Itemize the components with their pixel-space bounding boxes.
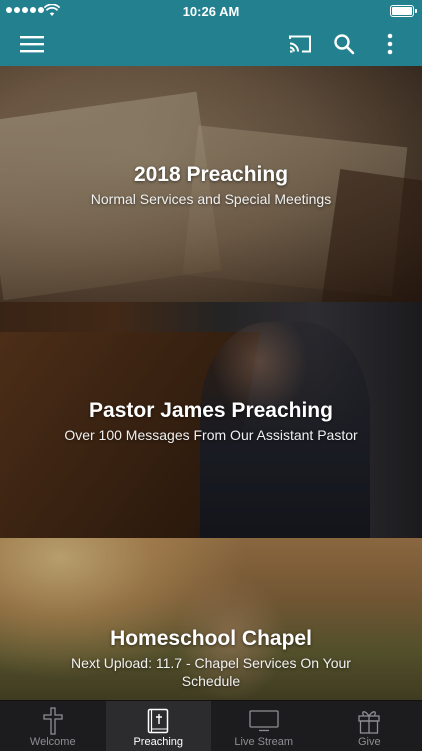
card-homeschool-chapel[interactable]: Homeschool Chapel Next Upload: 11.7 - Ch… [0, 538, 422, 700]
bottom-tab-bar: Welcome Preaching Live Stream [0, 700, 422, 751]
card-title: 2018 Preaching [0, 162, 422, 188]
tab-label: Give [358, 736, 381, 748]
cross-icon [38, 707, 68, 735]
menu-button[interactable] [10, 22, 54, 66]
search-icon [333, 33, 355, 55]
app-bar [0, 22, 422, 66]
tab-label: Live Stream [234, 736, 293, 748]
bible-icon [143, 707, 173, 735]
more-vertical-icon [387, 33, 393, 55]
more-options-button[interactable] [368, 22, 412, 66]
tab-preaching[interactable]: Preaching [106, 701, 212, 751]
card-text: 2018 Preaching Normal Services and Speci… [0, 162, 422, 208]
status-bar: 10:26 AM [0, 0, 422, 22]
card-subtitle: Next Upload: 11.7 - Chapel Services On Y… [0, 654, 422, 690]
card-text: Homeschool Chapel Next Upload: 11.7 - Ch… [0, 626, 422, 690]
cast-icon [288, 34, 312, 54]
card-pastor-james-preaching[interactable]: Pastor James Preaching Over 100 Messages… [0, 302, 422, 538]
card-text: Pastor James Preaching Over 100 Messages… [0, 398, 422, 444]
tab-give[interactable]: Give [317, 701, 422, 751]
card-subtitle: Over 100 Messages From Our Assistant Pas… [0, 426, 422, 444]
card-subtitle: Normal Services and Special Meetings [0, 190, 422, 208]
card-title: Pastor James Preaching [0, 398, 422, 424]
tab-label: Preaching [133, 736, 183, 748]
battery-icon [390, 5, 414, 17]
tab-label: Welcome [30, 736, 76, 748]
tab-live-stream[interactable]: Live Stream [211, 701, 317, 751]
menu-icon [20, 35, 44, 53]
gift-icon [354, 707, 384, 735]
cast-button[interactable] [280, 22, 320, 66]
tv-icon [249, 707, 279, 735]
status-time: 10:26 AM [0, 4, 422, 19]
search-button[interactable] [324, 22, 364, 66]
card-2018-preaching[interactable]: 2018 Preaching Normal Services and Speci… [0, 66, 422, 302]
tab-welcome[interactable]: Welcome [0, 701, 106, 751]
card-title: Homeschool Chapel [0, 626, 422, 652]
